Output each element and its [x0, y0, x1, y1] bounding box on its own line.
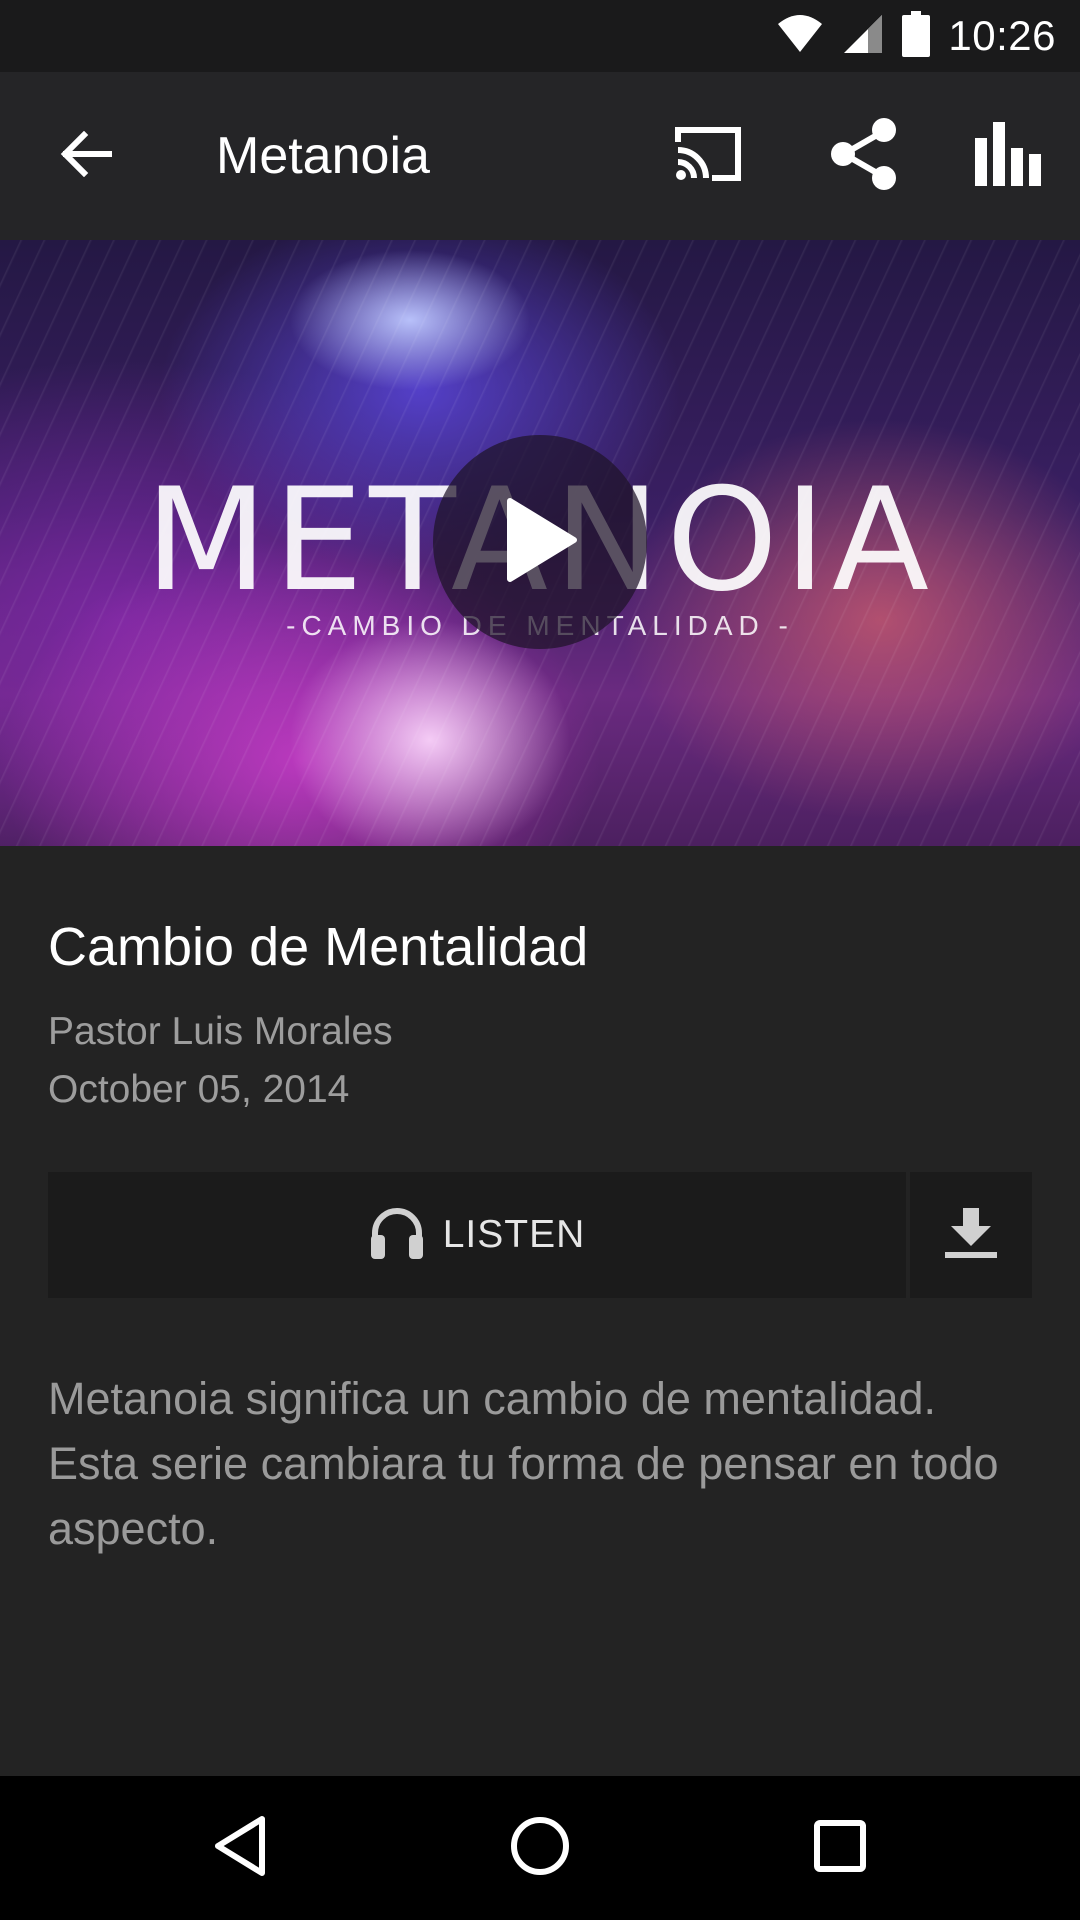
cell-signal-icon	[842, 13, 884, 60]
arrow-back-icon	[60, 130, 113, 182]
battery-icon	[902, 10, 931, 62]
nav-back-button[interactable]	[190, 1798, 290, 1898]
share-button[interactable]	[816, 112, 912, 200]
home-circle-icon	[510, 1816, 570, 1881]
equalizer-button[interactable]	[960, 112, 1056, 200]
sermon-title: Cambio de Mentalidad	[48, 917, 589, 977]
listen-label: LISTEN	[442, 1213, 586, 1256]
wifi-icon	[776, 14, 824, 59]
play-icon	[500, 495, 580, 590]
nav-home-button[interactable]	[490, 1798, 590, 1898]
sermon-speaker: Pastor Luis Morales	[48, 1010, 393, 1053]
page-title: Metanoia	[216, 127, 430, 185]
cast-button[interactable]	[660, 112, 756, 200]
status-icons: 10:26	[776, 0, 1056, 72]
app-bar: Metanoia	[0, 72, 1080, 240]
status-bar: 10:26	[0, 0, 1080, 72]
share-icon	[828, 117, 900, 196]
sermon-description: Metanoia significa un cambio de mentalid…	[48, 1373, 999, 1554]
play-button[interactable]	[433, 435, 647, 649]
recents-square-icon	[814, 1819, 866, 1877]
status-time: 10:26	[948, 12, 1056, 59]
sermon-details: Cambio de Mentalidad Pastor Luis Morales…	[0, 846, 1080, 1776]
series-artwork: METANOIA -CAMBIO DE MENTALIDAD -	[0, 240, 1080, 846]
system-nav-bar	[0, 1776, 1080, 1920]
nav-recents-button[interactable]	[790, 1798, 890, 1898]
download-icon	[941, 1206, 1001, 1265]
cast-icon	[672, 124, 744, 189]
headphones-icon	[369, 1207, 425, 1264]
back-button[interactable]	[42, 112, 130, 200]
sermon-date: October 05, 2014	[48, 1068, 350, 1111]
listen-button[interactable]: LISTEN	[48, 1172, 906, 1298]
back-triangle-icon	[212, 1815, 268, 1882]
equalizer-icon	[973, 121, 1043, 191]
download-button[interactable]	[910, 1172, 1032, 1298]
